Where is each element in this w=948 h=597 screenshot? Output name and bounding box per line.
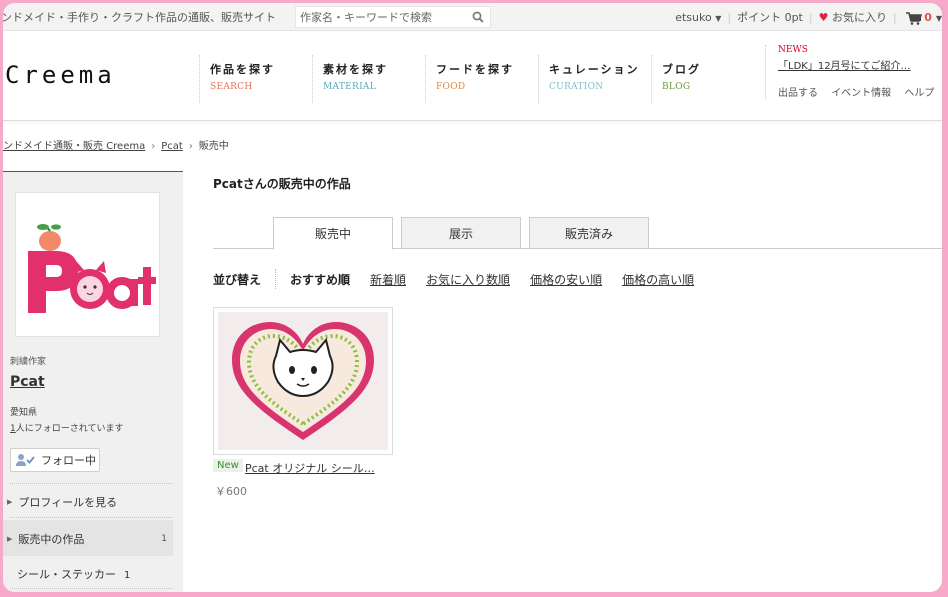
item-title[interactable]: Pcat オリジナル シール…	[245, 460, 385, 476]
cart-link[interactable]: 0 ▼	[903, 11, 942, 25]
sell-link[interactable]: 出品する	[778, 88, 818, 99]
user-check-icon	[16, 454, 35, 466]
points-link[interactable]: ポイント 0pt	[737, 11, 803, 24]
divider	[10, 517, 173, 518]
creator-role: 刺繍作家	[10, 357, 47, 367]
breadcrumb: ンドメイド通販・販売 Creema › Pcat › 販売中	[3, 137, 229, 152]
tab-on-sale[interactable]: 販売中	[273, 217, 393, 250]
top-bar: ンドメイド・手作り・クラフト作品の通販、販売サイト etsuko ▼ | ポイント …	[3, 3, 942, 31]
profile-link-label: プロフィールを見る	[18, 496, 118, 509]
new-badge: New	[213, 459, 243, 472]
breadcrumb-current: 販売中	[198, 141, 229, 152]
item-image[interactable]	[218, 312, 388, 450]
top-right-menu: etsuko ▼ | ポイント 0pt | ♥ お気に入り | 0 ▼	[669, 9, 942, 25]
pcat-logo-image	[28, 224, 156, 313]
site-description: ンドメイド・手作り・クラフト作品の通販、販売サイト	[3, 11, 276, 24]
sort-price-low[interactable]: 価格の安い順	[530, 271, 602, 288]
sort-recommended: おすすめ順	[290, 272, 351, 287]
user-name: etsuko	[675, 11, 712, 24]
creator-location: 愛知県	[10, 408, 38, 418]
site-header: Creema 作品を探す SEARCH 素材を探す MATERIAL フードを探…	[3, 31, 942, 121]
heart-cat-patch-image	[218, 312, 388, 450]
divider	[275, 269, 277, 289]
sort-label: 並び替え	[213, 272, 262, 287]
follow-button[interactable]: フォロー中	[10, 448, 100, 472]
nav-curation[interactable]: キュレーション CURATION	[538, 55, 651, 103]
search-box[interactable]	[295, 6, 491, 28]
heart-icon: ♥	[818, 11, 829, 24]
divider: |	[727, 11, 732, 24]
nav-sublabel: SEARCH	[210, 82, 253, 92]
items-count: 1	[161, 534, 167, 544]
category-link[interactable]: シール・ステッカー 1	[17, 566, 130, 582]
items-link[interactable]: ▶ 販売中の作品 1	[7, 531, 173, 547]
item-tabs: 販売中 展示 販売済み	[213, 217, 942, 250]
search-input[interactable]	[296, 7, 466, 27]
nav-food[interactable]: フードを探す FOOD	[425, 55, 538, 103]
creator-name[interactable]: Pcat	[10, 374, 45, 390]
follower-suffix: 人にフォローされています	[15, 424, 124, 434]
events-link[interactable]: イベント情報	[831, 88, 891, 99]
avatar[interactable]	[15, 192, 160, 337]
page-title: Pcatさんの販売中の作品	[213, 177, 351, 191]
caret-down-icon: ▼	[715, 14, 722, 23]
breadcrumb-creator[interactable]: Pcat	[161, 141, 183, 152]
follow-button-label: フォロー中	[41, 454, 96, 467]
divider	[10, 588, 173, 589]
nav-label: ブログ	[662, 63, 701, 76]
favorites-link[interactable]: ♥ お気に入り	[819, 11, 887, 24]
nav-sublabel: FOOD	[436, 82, 466, 92]
news-block: NEWS 「LDK」12月号にてご紹介… 出品する イベント情報 ヘルプ ▼	[765, 45, 942, 99]
header-links: 出品する イベント情報 ヘルプ ▼	[778, 84, 942, 99]
divider: |	[892, 11, 897, 24]
profile-link[interactable]: ▶ プロフィールを見る	[7, 494, 173, 510]
nav-sublabel: CURATION	[549, 82, 604, 92]
nav-label: キュレーション	[549, 63, 640, 76]
tab-sold[interactable]: 販売済み	[529, 217, 649, 249]
cart-count: 0	[924, 11, 932, 24]
site-logo[interactable]: Creema	[5, 61, 116, 89]
user-menu[interactable]: etsuko ▼	[675, 11, 721, 24]
nav-blog[interactable]: ブログ BLOG	[651, 55, 751, 103]
breadcrumb-home[interactable]: ンドメイド通販・販売 Creema	[3, 141, 145, 152]
sort-favorites[interactable]: お気に入り数順	[426, 271, 510, 288]
item-price: ￥600	[215, 485, 247, 498]
triangle-right-icon: ▶	[7, 535, 13, 543]
category-count: 1	[124, 570, 131, 581]
chevron-right-icon: ›	[188, 141, 193, 152]
favorites-label: お気に入り	[831, 11, 887, 24]
sort-newest[interactable]: 新着順	[370, 271, 406, 288]
sort-price-high[interactable]: 価格の高い順	[622, 271, 694, 288]
main-nav: 作品を探す SEARCH 素材を探す MATERIAL フードを探す FOOD …	[199, 55, 751, 103]
caret-down-icon: ▼	[935, 14, 942, 23]
help-link[interactable]: ヘルプ ▼	[904, 88, 942, 99]
nav-material[interactable]: 素材を探す MATERIAL	[312, 55, 425, 103]
nav-label: フードを探す	[436, 63, 514, 76]
search-icon[interactable]	[472, 11, 484, 23]
nav-label: 素材を探す	[323, 63, 388, 76]
news-link[interactable]: 「LDK」12月号にてご紹介…	[778, 57, 942, 72]
nav-sublabel: BLOG	[662, 82, 691, 92]
creator-sidebar: 刺繍作家 Pcat 愛知県 1人にフォローされています フォロー中 ▶ プロフィ…	[3, 171, 183, 592]
chevron-right-icon: ›	[151, 141, 156, 152]
items-link-label: 販売中の作品	[18, 533, 85, 546]
news-label: NEWS	[778, 45, 808, 55]
nav-sublabel: MATERIAL	[323, 82, 377, 92]
page-frame: ンドメイド・手作り・クラフト作品の通販、販売サイト etsuko ▼ | ポイント …	[3, 3, 942, 592]
nav-label: 作品を探す	[210, 63, 275, 76]
nav-search[interactable]: 作品を探す SEARCH	[199, 55, 312, 103]
item-card[interactable]	[213, 307, 393, 455]
help-label: ヘルプ	[904, 88, 935, 99]
sort-bar: 並び替え おすすめ順 新着順 お気に入り数順 価格の安い順 価格の高い順	[213, 269, 714, 289]
divider: |	[808, 11, 813, 24]
category-label: シール・ステッカー	[17, 568, 116, 581]
follower-count: 1人にフォローされています	[10, 421, 123, 434]
cart-icon	[906, 11, 923, 25]
divider	[10, 483, 173, 484]
triangle-right-icon: ▶	[7, 498, 13, 506]
tab-exhibit[interactable]: 展示	[401, 217, 521, 249]
